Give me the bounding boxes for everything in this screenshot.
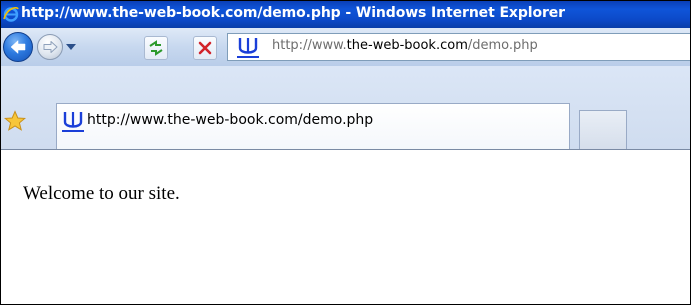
ie-logo-icon [3,6,19,22]
refresh-button[interactable] [144,36,168,60]
navigation-bar: http://www.the-web-book.com/demo.php [1,28,690,66]
favorites-star-icon[interactable] [4,110,26,132]
refresh-icon [149,40,163,56]
site-favicon-icon [237,38,259,58]
forward-button[interactable] [37,34,63,60]
welcome-text: Welcome to our site. [23,183,180,204]
address-bar[interactable]: http://www.the-web-book.com/demo.php [227,33,690,61]
tab-active[interactable]: http://www.the-web-book.com/demo.php [56,103,570,150]
back-arrow-icon [10,40,26,54]
window-title: http://www.the-web-book.com/demo.php - W… [21,5,565,21]
stop-x-icon [198,41,212,55]
page-content: Welcome to our site. [1,150,690,304]
new-tab-button[interactable] [579,110,627,150]
browser-window: http://www.the-web-book.com/demo.php - W… [0,0,691,305]
chevron-down-icon[interactable] [65,42,77,52]
stop-button[interactable] [193,36,217,60]
address-url[interactable]: http://www.the-web-book.com/demo.php [272,38,538,53]
tab-label: http://www.the-web-book.com/demo.php [87,112,374,128]
site-favicon-icon [62,112,84,132]
address-domain: the-web-book.com [346,38,468,53]
address-prefix: http://www. [272,38,347,53]
title-bar[interactable]: http://www.the-web-book.com/demo.php - W… [1,1,690,28]
address-path: /demo.php [467,38,538,53]
tab-bar: http://www.the-web-book.com/demo.php [1,66,690,150]
forward-arrow-icon [43,41,58,53]
back-button[interactable] [3,32,33,62]
